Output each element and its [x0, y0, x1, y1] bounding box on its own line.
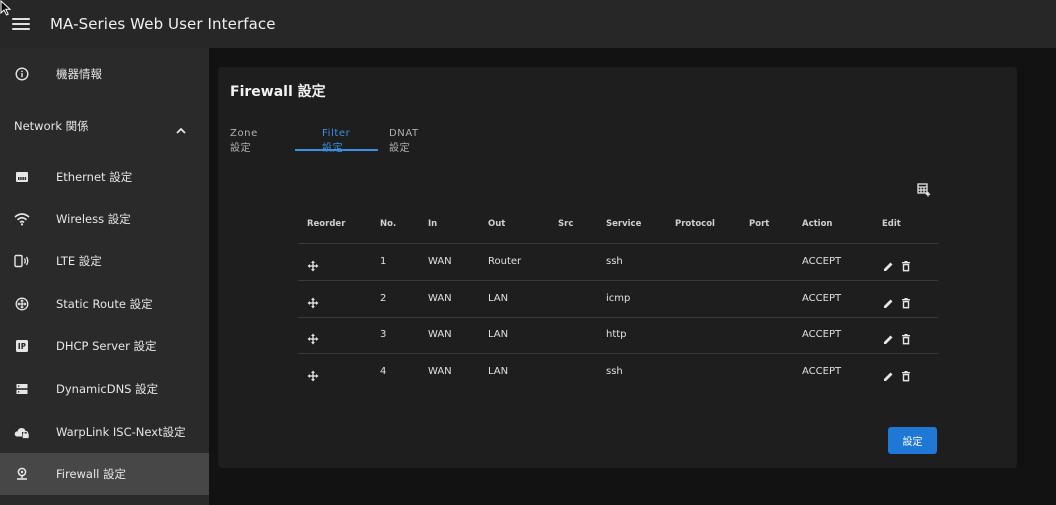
phone-signal-icon	[14, 253, 30, 269]
firewall-icon	[14, 466, 30, 482]
drag-move-icon[interactable]	[307, 330, 319, 345]
app-title: MA-Series Web User Interface	[50, 15, 276, 33]
cell-action: ACCEPT	[802, 256, 842, 267]
column-header: Service	[606, 219, 642, 229]
route-icon	[14, 296, 30, 312]
cell-action: ACCEPT	[802, 293, 842, 304]
cell-in: WAN	[428, 293, 452, 304]
cloud-lock-icon	[14, 424, 30, 440]
cell-out: LAN	[488, 293, 509, 304]
sidebar-item-label: Firewall 設定	[56, 467, 127, 481]
sidebar-item-warplink[interactable]: WarpLink ISC-Next設定	[0, 411, 209, 453]
column-header: Protocol	[675, 219, 715, 229]
cell-in: WAN	[428, 366, 452, 377]
app-bar: MA-Series Web User Interface	[0, 0, 1056, 48]
tab-zone[interactable]: Zone 設定	[230, 121, 258, 154]
table-row: 2 WAN LAN icmp ACCEPT	[298, 281, 938, 318]
sidebar-item-device-info[interactable]: 機器情報	[0, 53, 209, 95]
sidebar-group-network[interactable]: Network 関係	[0, 105, 209, 147]
cell-no: 2	[380, 293, 387, 304]
delete-trash-icon[interactable]	[901, 367, 911, 382]
column-header: Out	[488, 219, 506, 229]
cell-service: ssh	[606, 366, 623, 377]
sidebar-item-label: WarpLink ISC-Next設定	[56, 425, 186, 439]
tab-dnat[interactable]: DNAT 設定	[389, 121, 419, 154]
sidebar-item-firewall[interactable]: Firewall 設定	[0, 453, 209, 495]
cell-no: 4	[380, 366, 387, 377]
wifi-icon	[14, 211, 30, 227]
cell-service: ssh	[606, 256, 623, 267]
sidebar-item-label: LTE 設定	[56, 254, 102, 268]
column-header: In	[428, 219, 438, 229]
edit-pencil-icon[interactable]	[883, 330, 894, 344]
cell-service: http	[606, 329, 627, 340]
cell-out: LAN	[488, 329, 509, 340]
ip-icon	[14, 338, 30, 354]
sidebar-item-dynamic-dns[interactable]: DynamicDNS 設定	[0, 368, 209, 410]
cell-out: Router	[488, 256, 522, 267]
sidebar-item-dhcp-server[interactable]: DHCP Server 設定	[0, 325, 209, 367]
delete-trash-icon[interactable]	[901, 330, 911, 345]
page-title: Firewall 設定	[230, 84, 326, 100]
info-icon	[14, 66, 30, 82]
delete-trash-icon[interactable]	[901, 257, 911, 272]
cell-action: ACCEPT	[802, 329, 842, 340]
sidebar-item-ethernet[interactable]: Ethernet 設定	[0, 156, 209, 198]
sidebar-item-label: 機器情報	[56, 67, 102, 81]
cell-in: WAN	[428, 256, 452, 267]
table-row: 1 WAN Router ssh ACCEPT	[298, 244, 938, 281]
cell-service: icmp	[606, 293, 631, 304]
column-header: Edit	[882, 219, 901, 229]
cell-no: 1	[380, 256, 387, 267]
edit-pencil-icon[interactable]	[883, 367, 894, 381]
drag-move-icon[interactable]	[307, 257, 319, 272]
sidebar-item-label: Wireless 設定	[56, 212, 131, 226]
sidebar-item-static-route[interactable]: Static Route 設定	[0, 283, 209, 325]
ethernet-icon	[14, 169, 30, 185]
cell-action: ACCEPT	[802, 366, 842, 377]
hamburger-menu-icon[interactable]	[12, 18, 30, 30]
edit-pencil-icon[interactable]	[883, 257, 894, 271]
cell-out: LAN	[488, 366, 509, 377]
save-button[interactable]: 設定	[888, 427, 937, 454]
column-header: Src	[558, 219, 574, 229]
delete-trash-icon[interactable]	[901, 294, 911, 309]
firewall-settings-card: Firewall 設定 Zone 設定 Filter 設定 DNAT 設定 Re…	[218, 67, 1017, 468]
sidebar: 機器情報 Network 関係 Ethernet 設定 Wireless 設定 …	[0, 48, 209, 505]
sidebar-item-label: DHCP Server 設定	[56, 339, 157, 353]
dns-icon	[14, 381, 30, 397]
sidebar-item-label: Static Route 設定	[56, 297, 153, 311]
tab-filter[interactable]: Filter 設定	[322, 121, 350, 154]
sidebar-item-lte[interactable]: LTE 設定	[0, 240, 209, 282]
sidebar-item-label: DynamicDNS 設定	[56, 382, 159, 396]
column-header: No.	[380, 219, 397, 229]
column-header: Reorder	[307, 219, 346, 229]
drag-move-icon[interactable]	[307, 294, 319, 309]
table-row: 3 WAN LAN http ACCEPT	[298, 317, 938, 354]
cell-in: WAN	[428, 329, 452, 340]
sidebar-item-wireless[interactable]: Wireless 設定	[0, 198, 209, 240]
drag-move-icon[interactable]	[307, 367, 319, 382]
edit-pencil-icon[interactable]	[883, 294, 894, 308]
add-row-table-icon[interactable]	[917, 182, 931, 197]
chevron-up-icon	[175, 121, 187, 140]
active-tab-indicator	[295, 149, 378, 151]
column-header: Port	[749, 219, 770, 229]
mouse-pointer-icon	[0, 0, 12, 16]
column-header: Action	[802, 219, 833, 229]
cell-no: 3	[380, 329, 387, 340]
sidebar-item-label: Ethernet 設定	[56, 170, 133, 184]
table-row: 4 WAN LAN ssh ACCEPT	[298, 354, 938, 391]
sidebar-group-label: Network 関係	[14, 119, 89, 133]
